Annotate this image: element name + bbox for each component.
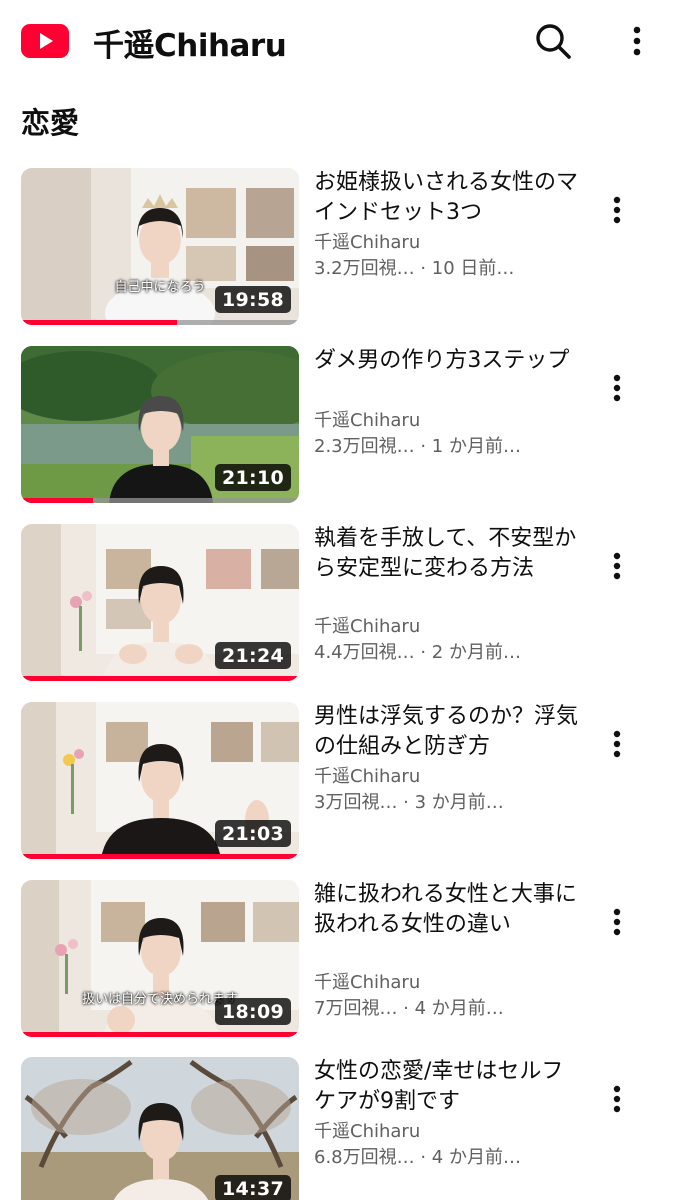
video-thumbnail[interactable]: 21:24 [21,524,299,681]
video-stats: 7万回視… · 4 か月前… [314,998,504,1019]
more-vert-icon[interactable] [620,20,654,62]
video-thumbnail[interactable]: 14:37 [21,1057,299,1200]
video-thumbnail[interactable]: 21:03 [21,702,299,859]
video-stats: 3.2万回視… · 10 日前… [314,258,515,279]
app-header: 千遥Chiharu [0,0,679,86]
duration-badge: 19:58 [215,286,291,313]
video-title[interactable]: 雑に扱われる女性と大事に扱われる女性の違い [314,880,582,940]
watch-progress-track [21,1032,299,1037]
video-row[interactable]: 14:37 女性の恋愛/幸せはセルフケアが9割です 千遥Chiharu 6.8万… [0,1057,679,1200]
video-title[interactable]: お姫様扱いされる女性のマインドセット3つ [314,168,582,228]
video-channel: 千遥Chiharu [314,410,421,431]
video-thumbnail[interactable]: 自己中になろう 19:58 [21,168,299,325]
duration-badge: 21:10 [215,464,291,491]
video-menu-icon[interactable] [604,366,630,410]
video-row[interactable]: 21:24 執着を手放して、不安型から安定型に変わる方法 千遥Chiharu 4… [0,524,679,684]
video-row[interactable]: 21:03 男性は浮気するのか？浮気の仕組みと防ぎ方 千遥Chiharu 3万回… [0,702,679,862]
video-thumbnail[interactable]: 21:10 [21,346,299,503]
video-menu-icon[interactable] [604,544,630,588]
video-channel: 千遥Chiharu [314,972,421,993]
watch-progress-bar [21,498,94,503]
search-icon[interactable] [532,20,574,62]
watch-progress-bar [21,676,299,681]
watch-progress-track [21,498,299,503]
video-row[interactable]: 21:10 ダメ男の作り方3ステップ 千遥Chiharu 2.3万回視… · 1… [0,346,679,506]
video-menu-icon[interactable] [604,722,630,766]
watch-progress-track [21,676,299,681]
video-row[interactable]: 扱いは自分で決められます 18:09 雑に扱われる女性と大事に扱われる女性の違い… [0,880,679,1040]
watch-progress-bar [21,1032,299,1037]
video-channel: 千遥Chiharu [314,766,421,787]
video-stats: 6.8万回視… · 4 か月前… [314,1147,521,1168]
video-row[interactable]: 自己中になろう 19:58 お姫様扱いされる女性のマインドセット3つ 千遥Chi… [0,168,679,328]
video-channel: 千遥Chiharu [314,616,421,637]
watch-progress-bar [21,854,299,859]
video-stats: 2.3万回視… · 1 か月前… [314,436,521,457]
watch-progress-track [21,320,299,325]
duration-badge: 21:03 [215,820,291,847]
youtube-logo-icon[interactable] [21,24,69,58]
video-stats: 3万回視… · 3 か月前… [314,792,504,813]
video-channel: 千遥Chiharu [314,232,421,253]
video-stats: 4.4万回視… · 2 か月前… [314,642,521,663]
video-thumbnail[interactable]: 扱いは自分で決められます 18:09 [21,880,299,1037]
video-menu-icon[interactable] [604,1077,630,1121]
video-menu-icon[interactable] [604,900,630,944]
duration-badge: 21:24 [215,642,291,669]
video-title[interactable]: 男性は浮気するのか？浮気の仕組みと防ぎ方 [314,702,582,762]
video-title[interactable]: ダメ男の作り方3ステップ [314,346,582,376]
watch-progress-track [21,854,299,859]
playlist-title: 恋愛 [21,106,80,140]
video-title[interactable]: 執着を手放して、不安型から安定型に変わる方法 [314,524,582,584]
watch-progress-bar [21,320,177,325]
video-menu-icon[interactable] [604,188,630,232]
duration-badge: 18:09 [215,998,291,1025]
video-title[interactable]: 女性の恋愛/幸せはセルフケアが9割です [314,1057,582,1117]
video-channel: 千遥Chiharu [314,1121,421,1142]
duration-badge: 14:37 [215,1175,291,1200]
channel-title: 千遥Chiharu [93,28,287,64]
